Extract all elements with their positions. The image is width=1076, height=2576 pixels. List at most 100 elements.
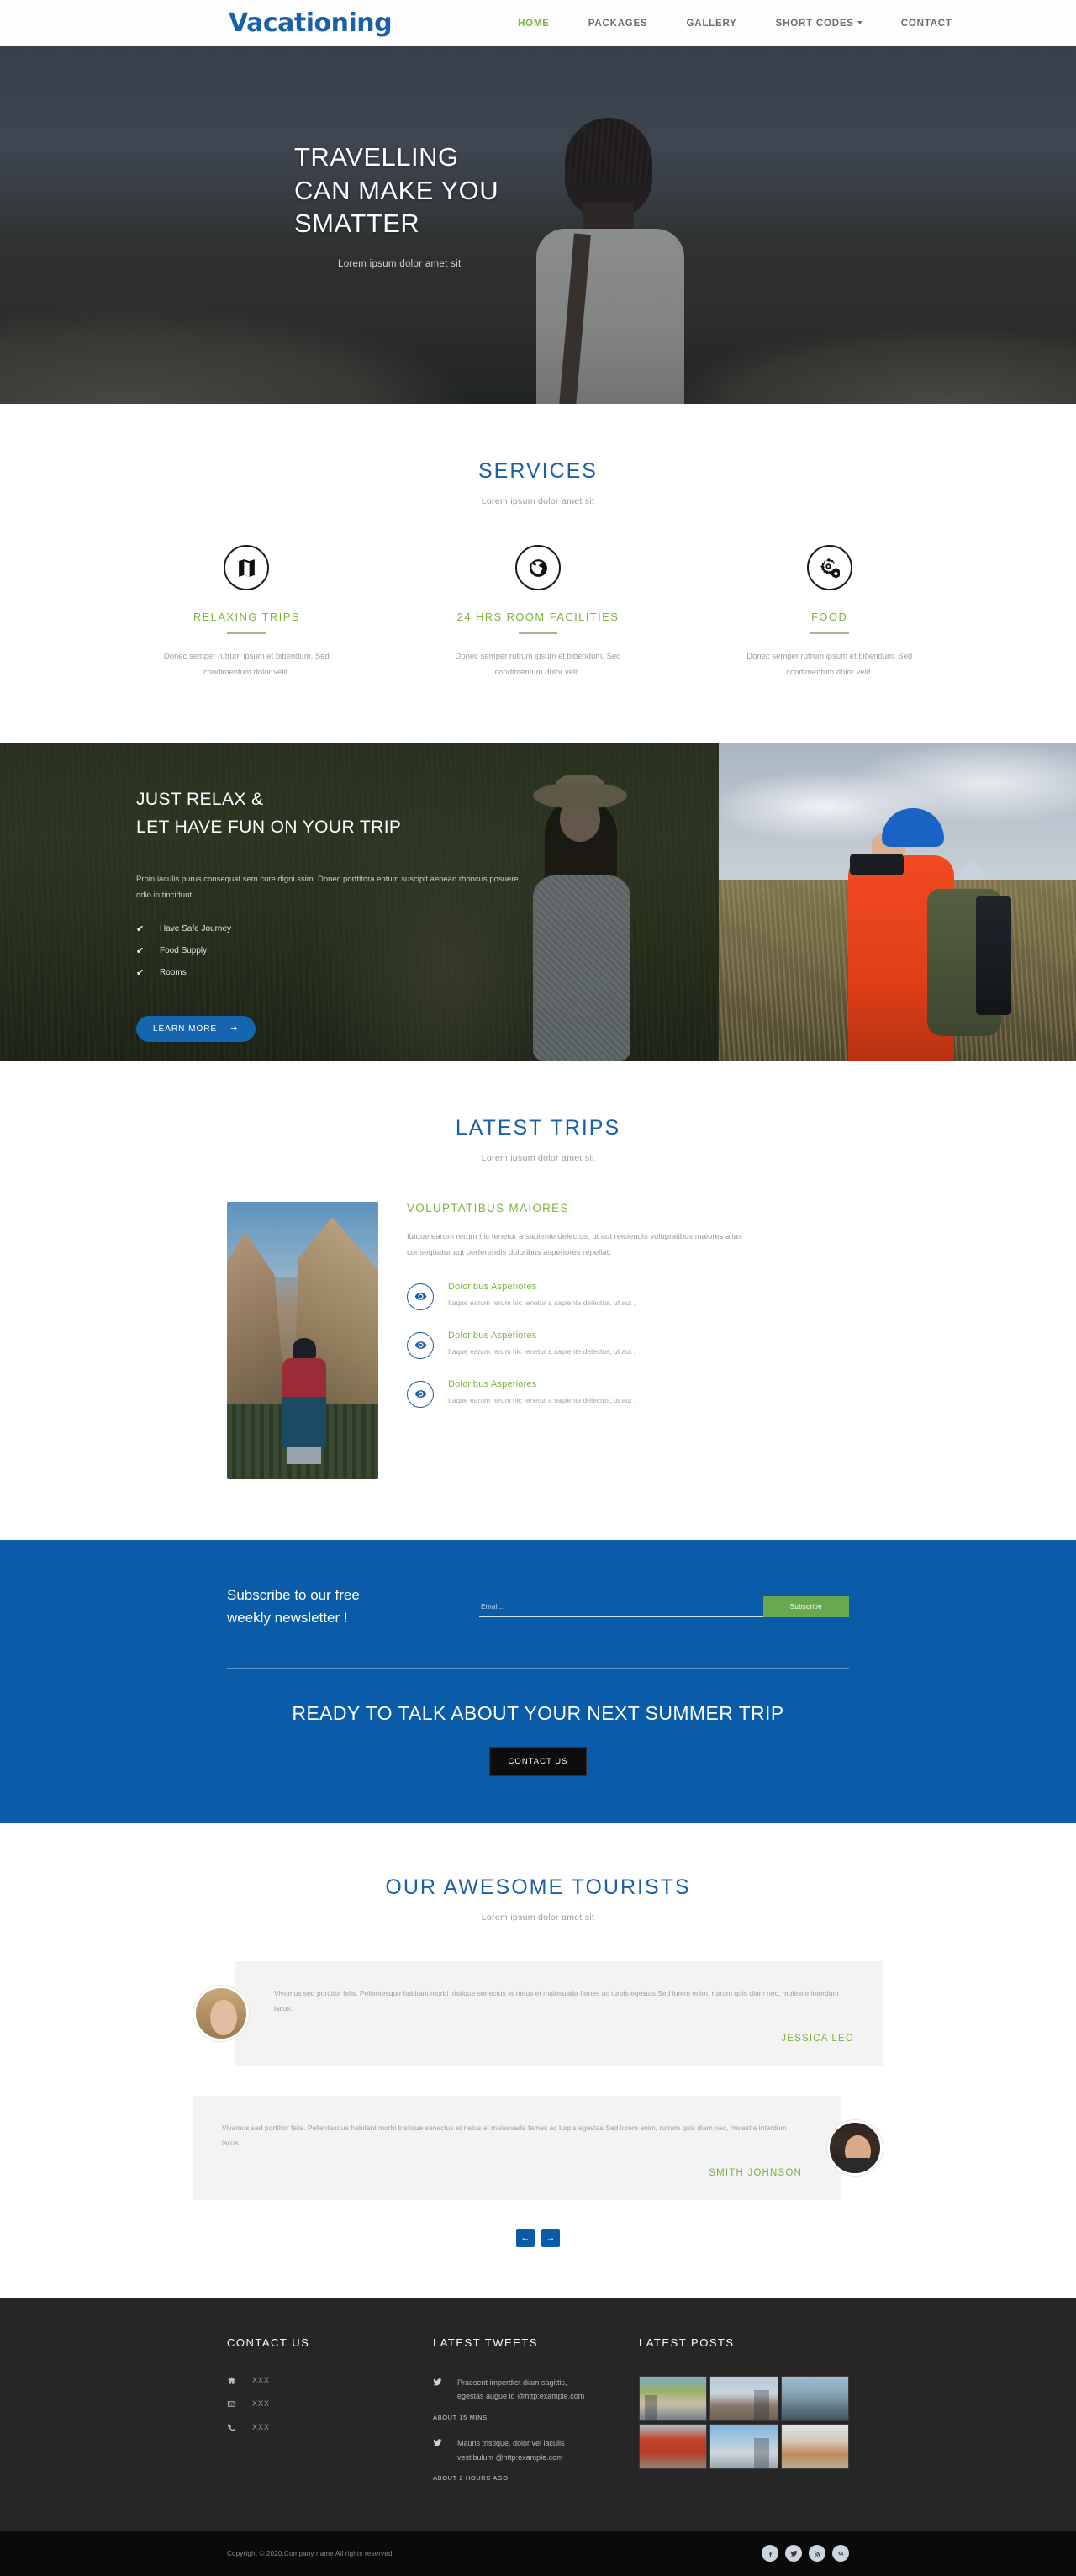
globe-icon [515,545,561,590]
footer-contact-title: CONTACT US [227,2335,310,2349]
home-icon [227,2376,237,2385]
cta-headline: READY TO TALK ABOUT YOUR NEXT SUMMER TRI… [292,1702,784,1725]
contact-row: XXX [227,2423,382,2432]
testimonial-quote: Vivamus sed porttitor felis. Pellentesqu… [235,1961,883,2066]
prev-arrow-icon[interactable]: ← [516,2228,535,2247]
testimonial-text: Vivamus sed porttitor felis. Pellentesqu… [222,2124,787,2147]
contact-us-button[interactable]: CONTACT US [488,1747,588,1777]
tweet-item: Praesent imperdiet diam sagittis, egesta… [433,2376,588,2421]
footer-tweets-title: LATEST TWEETS [433,2335,538,2349]
post-thumbnail[interactable] [709,2375,778,2421]
list-item: ✔ Have Safe Journey [136,923,641,934]
check-icon: ✔ [136,946,145,957]
service-card[interactable]: RELAXING TRIPS Donec semper rutrum ipsum… [101,545,393,680]
contact-value: XXX [252,2376,271,2385]
nav-item-short-codes-label: SHORT CODES [775,18,854,29]
copyright-text: Copyright © 2020.Company name All rights… [227,2549,395,2557]
relax-feature-list: ✔ Have Safe Journey ✔ Food Supply ✔ Rooms [136,923,641,978]
services-title: SERVICES [478,459,598,483]
trip-paragraph: Itaque earum rerum hic tenetur a sapient… [407,1232,742,1258]
trips-body: VOLUPTATIBUS MAIORES Itaque earum rerum … [0,1202,1076,1479]
nav-item-gallery[interactable]: GALLERY [687,19,737,29]
list-item-label: Have Safe Journey [160,924,232,934]
nav-item-contact[interactable]: CONTACT [901,19,952,29]
relax-paragraph: Proin iaculis purus consequat sem cure d… [136,875,519,901]
list-item: ✔ Food Supply [136,945,641,956]
map-icon [224,545,270,590]
testimonial-quote: Vivamus sed porttitor felis. Pellentesqu… [193,2096,841,2200]
facebook-icon[interactable] [762,2545,778,2563]
check-icon: ✔ [136,968,145,979]
gears-icon [806,545,852,590]
main-navigation: HOME PACKAGES GALLERY SHORT CODES CONTAC… [518,19,952,29]
learn-more-button[interactable]: LEARN MORE ➜ [136,1016,256,1043]
learn-more-label: LEARN MORE [153,1024,218,1034]
latest-trips-section: LATEST TRIPS Lorem ipsum dolor amet sit … [0,1061,1076,1540]
contact-row: XXX [227,2376,382,2385]
site-footer: CONTACT US XXX XXX XXX LATEST TWEETS Pra… [0,2297,1076,2531]
photographer-photo [719,743,1076,1061]
services-list: RELAXING TRIPS Donec semper rutrum ipsum… [0,545,1076,680]
check-icon: ✔ [136,924,145,935]
nav-item-home[interactable]: HOME [518,19,550,29]
rss-icon[interactable] [809,2545,825,2563]
newsletter-title-line1: Subscribe to our free [227,1587,360,1603]
testimonial-text: Vivamus sed porttitor felis. Pellentesqu… [274,1989,839,2013]
email-input[interactable] [479,1595,763,1617]
trip-feature-item[interactable]: Doloribus Asperiores Itaque earum rerum … [407,1379,849,1408]
tweet-text: Mauris tristique, dolor vel iaculis vest… [457,2439,565,2462]
post-thumbnail[interactable] [639,2375,708,2421]
site-logo[interactable]: Vacationing [229,8,393,38]
trip-item-title: Doloribus Asperiores [448,1281,537,1292]
next-arrow-icon[interactable]: → [541,2228,560,2247]
nav-item-packages[interactable]: PACKAGES [588,19,648,29]
testimonial-item: Vivamus sed porttitor felis. Pellentesqu… [193,2096,883,2200]
nav-item-short-codes[interactable]: SHORT CODES [776,19,862,29]
testimonials-title: OUR AWESOME TOURISTS [385,1875,691,1900]
trip-item-desc: Itaque earum rerum hic tenetur a sapient… [448,1298,636,1307]
contact-value: XXX [252,2423,271,2432]
footer-contact-column: CONTACT US XXX XXX XXX [227,2336,382,2498]
hero-title: TRAVELLING CAN MAKE YOU SMATTER [294,140,498,241]
newsletter-row: Subscribe to our free weekly newsletter … [227,1584,849,1629]
phone-icon [227,2423,237,2432]
post-thumbnail[interactable] [780,2423,849,2469]
site-header: Vacationing HOME PACKAGES GALLERY SHORT … [0,0,1076,46]
service-name: FOOD [811,611,848,623]
trip-feature-item[interactable]: Doloribus Asperiores Itaque earum rerum … [407,1330,849,1359]
newsletter-form: Subscribe [479,1595,849,1617]
relax-content: JUST RELAX & LET HAVE FUN ON YOUR TRIP P… [136,786,641,1043]
avatar [193,1986,249,2042]
post-thumbnail[interactable] [709,2423,778,2469]
subscribe-button[interactable]: Subscribe [762,1595,849,1617]
trip-item-title: Doloribus Asperiores [448,1378,537,1389]
service-name: RELAXING TRIPS [193,611,300,623]
footer-posts-column: LATEST POSTS [639,2336,849,2498]
tweet-text: Praesent imperdiet diam sagittis, egesta… [457,2378,585,2401]
trips-subtitle: Lorem ipsum dolor amet sit [481,1153,595,1163]
eye-icon [407,1283,434,1310]
testimonials-subtitle: Lorem ipsum dolor amet sit [481,1912,595,1923]
contact-value: XXX [252,2399,271,2409]
service-name: 24 HRS ROOM FACILITIES [456,611,620,623]
service-card[interactable]: FOOD Donec semper rutrum ipsum et bibend… [683,545,975,680]
latest-posts-grid [639,2375,849,2469]
post-thumbnail[interactable] [639,2423,708,2469]
social-links [762,2545,849,2563]
services-subtitle: Lorem ipsum dolor amet sit [481,496,595,506]
copyright-bar: Copyright © 2020.Company name All rights… [0,2531,1076,2576]
testimonial-author: SMITH JOHNSON [709,2167,802,2178]
vk-icon[interactable] [832,2545,849,2563]
post-thumbnail[interactable] [780,2375,849,2421]
service-desc: Donec semper rutrum ipsum et bibendum. S… [746,652,913,677]
contact-row: XXX [227,2399,382,2409]
service-card[interactable]: 24 HRS ROOM FACILITIES Donec semper rutr… [393,545,684,680]
trip-feature-item[interactable]: Doloribus Asperiores Itaque earum rerum … [407,1282,849,1310]
testimonials-list: Vivamus sed porttitor felis. Pellentesqu… [0,1961,1076,2247]
twitter-icon[interactable] [785,2545,802,2563]
divider [810,632,849,634]
testimonial-pagination: ← → [193,2228,883,2247]
relax-title-line2: LET HAVE FUN ON YOUR TRIP [136,817,402,837]
hero-title-line2: CAN MAKE YOU [294,175,499,205]
service-desc: Donec semper rutrum ipsum et bibendum. S… [163,652,330,677]
